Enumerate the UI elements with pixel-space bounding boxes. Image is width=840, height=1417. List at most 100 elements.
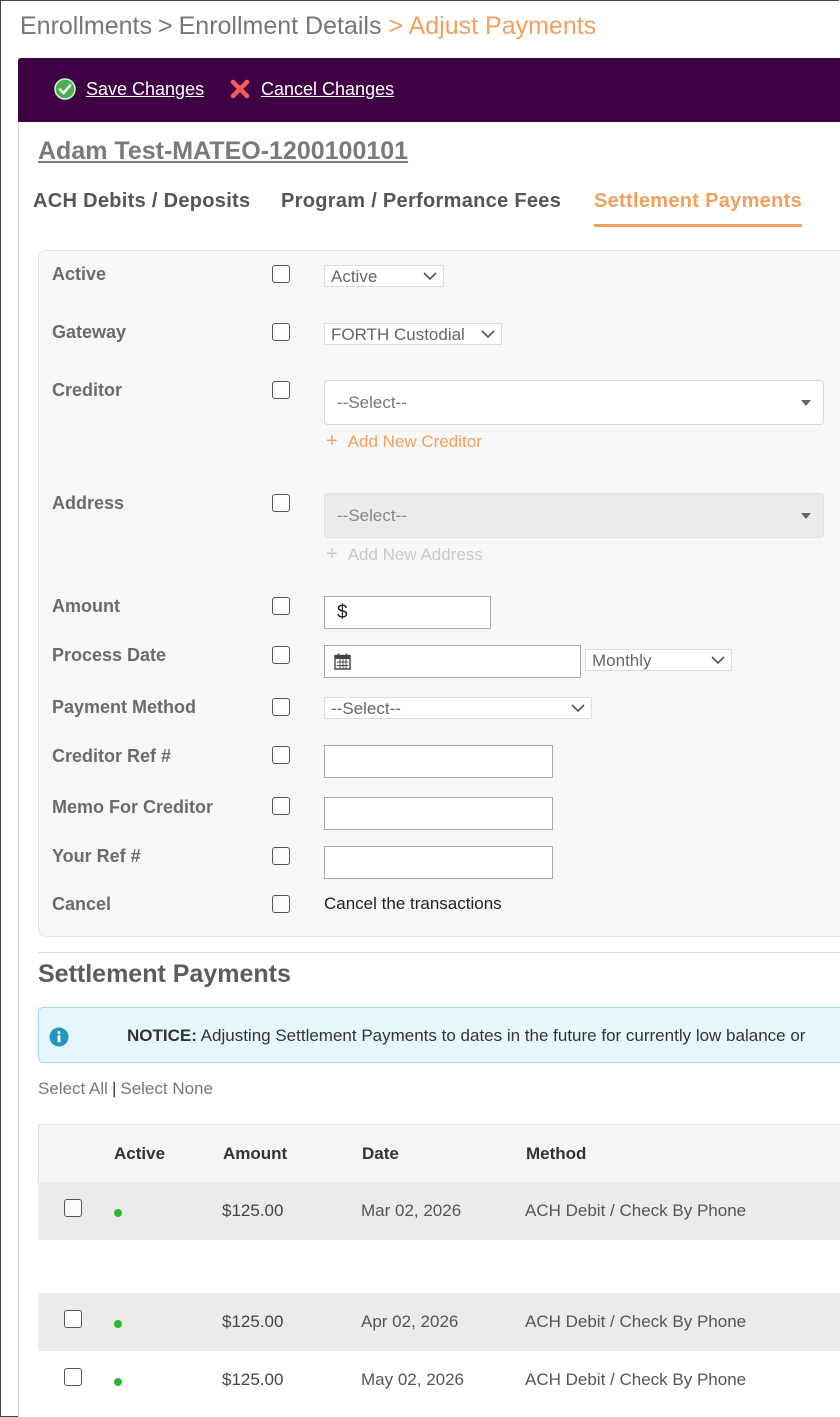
table-row[interactable]: $125.00 May 02, 2026 ACH Debit / Check B…	[38, 1351, 840, 1409]
x-mark-icon	[229, 78, 251, 100]
row-method: ACH Debit / Check By Phone	[525, 1312, 747, 1331]
active-status-dot	[114, 1320, 122, 1328]
amount-input[interactable]: $	[324, 596, 491, 629]
row-date: Apr 02, 2026	[361, 1312, 459, 1331]
active-status-dot	[114, 1209, 122, 1217]
select-none-link[interactable]: Select None	[120, 1079, 213, 1098]
frequency-select[interactable]: Monthly	[585, 649, 732, 671]
cancel-checkbox[interactable]	[272, 895, 290, 913]
amount-label: Amount	[52, 596, 120, 616]
chevron-down-icon	[481, 330, 495, 339]
column-active[interactable]: Active	[114, 1144, 165, 1164]
column-date[interactable]: Date	[362, 1144, 399, 1164]
creditor-ref-checkbox[interactable]	[272, 746, 290, 764]
client-name[interactable]: Adam Test-MATEO-1200100101	[38, 137, 408, 166]
table-row[interactable]: $125.00 Mar 02, 2026 ACH Debit / Check B…	[38, 1182, 840, 1240]
process-date-input[interactable]	[324, 645, 581, 678]
check-circle-icon	[54, 78, 76, 100]
breadcrumb-enrollments[interactable]: Enrollments	[20, 12, 152, 40]
action-toolbar: Save Changes Cancel Changes	[18, 58, 840, 122]
active-checkbox[interactable]	[272, 265, 290, 283]
dropdown-arrow-icon	[801, 400, 811, 406]
memo-input[interactable]	[324, 797, 553, 830]
address-select: --Select--	[324, 493, 824, 538]
active-status-dot	[114, 1378, 122, 1386]
creditor-ref-input[interactable]	[324, 745, 553, 778]
notice-label: NOTICE:	[127, 1026, 197, 1045]
notice-text: NOTICE: Adjusting Settlement Payments to…	[127, 1026, 805, 1046]
creditor-select-placeholder: --Select--	[337, 393, 407, 412]
address-checkbox[interactable]	[272, 494, 290, 512]
payment-method-label: Payment Method	[52, 697, 197, 717]
breadcrumb-enrollment-details[interactable]: Enrollment Details	[179, 12, 382, 40]
gateway-checkbox[interactable]	[272, 323, 290, 341]
add-new-address-link: + Add New Address	[326, 543, 483, 566]
add-new-address-label: Add New Address	[347, 545, 483, 564]
chevron-down-icon	[423, 272, 437, 281]
section-divider	[38, 952, 840, 953]
save-changes-label: Save Changes	[86, 78, 205, 99]
row-checkbox[interactable]	[64, 1368, 82, 1386]
plus-icon: +	[326, 543, 338, 565]
tab-program-fees[interactable]: Program / Performance Fees	[281, 190, 561, 224]
table-row[interactable]: $125.00 Apr 02, 2026 ACH Debit / Check B…	[38, 1293, 840, 1351]
your-ref-checkbox[interactable]	[272, 847, 290, 865]
row-amount: $125.00	[222, 1201, 284, 1220]
add-new-creditor-label: Add New Creditor	[347, 432, 482, 451]
row-date: Mar 02, 2026	[361, 1201, 462, 1220]
gateway-label: Gateway	[52, 322, 127, 342]
active-select-value: Active	[331, 267, 378, 286]
chevron-down-icon	[711, 656, 725, 665]
calendar-icon[interactable]	[334, 653, 351, 670]
your-ref-input[interactable]	[324, 846, 553, 879]
save-changes-button[interactable]: Save Changes	[54, 78, 204, 100]
dropdown-arrow-icon	[801, 513, 811, 519]
creditor-checkbox[interactable]	[272, 381, 290, 399]
payment-method-select[interactable]: --Select--	[324, 697, 592, 719]
active-label: Active	[52, 264, 107, 284]
row-checkbox[interactable]	[64, 1199, 82, 1217]
selection-links: Select All | Select None	[38, 1079, 213, 1099]
chevron-down-icon	[571, 704, 585, 713]
table-header: Active Amount Date Method	[38, 1124, 840, 1183]
gateway-select[interactable]: FORTH Custodial	[324, 323, 502, 345]
payment-method-checkbox[interactable]	[272, 698, 290, 716]
cancel-label: Cancel	[52, 894, 112, 914]
cancel-changes-label: Cancel Changes	[261, 78, 395, 99]
cancel-changes-button[interactable]: Cancel Changes	[229, 78, 394, 100]
add-new-creditor-link[interactable]: + Add New Creditor	[326, 430, 482, 453]
breadcrumb-separator: >	[158, 12, 173, 40]
active-select[interactable]: Active	[324, 265, 444, 287]
row-date: May 02, 2026	[361, 1370, 465, 1389]
payment-method-select-value: --Select--	[331, 699, 401, 718]
row-checkbox[interactable]	[64, 1310, 82, 1328]
table-spacer-row	[38, 1240, 840, 1293]
currency-symbol: $	[337, 602, 348, 623]
plus-icon: +	[326, 430, 338, 452]
tab-settlement-payments[interactable]: Settlement Payments	[594, 190, 802, 227]
process-date-checkbox[interactable]	[272, 646, 290, 664]
breadcrumb: Enrollments > Enrollment Details > Adjust …	[20, 12, 596, 41]
column-method[interactable]: Method	[526, 1144, 586, 1164]
settlement-section-title: Settlement Payments	[38, 960, 291, 988]
your-ref-label: Your Ref #	[52, 846, 141, 866]
memo-label: Memo For Creditor	[52, 797, 214, 817]
creditor-label: Creditor	[52, 380, 123, 400]
memo-checkbox[interactable]	[272, 797, 290, 815]
notice-message: Adjusting Settlement Payments to dates i…	[196, 1026, 806, 1045]
creditor-select[interactable]: --Select--	[324, 380, 824, 425]
gateway-select-value: FORTH Custodial	[331, 325, 465, 344]
link-separator: |	[111, 1079, 117, 1098]
adjust-form	[38, 250, 840, 937]
breadcrumb-current: > Adjust Payments	[388, 12, 597, 40]
address-select-placeholder: --Select--	[337, 506, 407, 525]
column-amount[interactable]: Amount	[223, 1144, 287, 1164]
select-all-link[interactable]: Select All	[38, 1079, 108, 1098]
row-amount: $125.00	[222, 1312, 284, 1331]
info-circle-icon	[49, 1027, 69, 1047]
row-method: ACH Debit / Check By Phone	[525, 1201, 747, 1220]
tab-ach-debits[interactable]: ACH Debits / Deposits	[33, 190, 250, 224]
process-date-label: Process Date	[52, 645, 167, 665]
row-method: ACH Debit / Check By Phone	[525, 1370, 747, 1389]
amount-checkbox[interactable]	[272, 597, 290, 615]
